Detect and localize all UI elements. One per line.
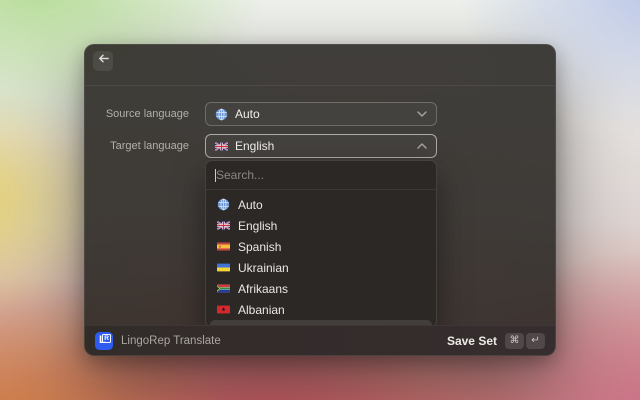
flag-uk-icon bbox=[215, 141, 228, 151]
language-option-label: Albanian bbox=[238, 302, 285, 317]
source-language-select[interactable]: Auto bbox=[205, 102, 437, 126]
chevron-down-icon bbox=[417, 111, 427, 117]
return-key-icon: ↵ bbox=[526, 332, 545, 349]
language-option-spanish[interactable]: Spanish bbox=[210, 236, 432, 257]
target-language-value: English bbox=[235, 139, 275, 153]
command-key-icon: ⌘ bbox=[505, 332, 524, 349]
language-option-ukrainian[interactable]: Ukrainian bbox=[210, 257, 432, 278]
flag-ukraine-icon bbox=[217, 263, 230, 272]
language-option-label: Afrikaans bbox=[238, 281, 289, 296]
app-name: LingoRep Translate bbox=[121, 334, 221, 347]
language-option-afrikaans[interactable]: Afrikaans bbox=[210, 278, 432, 299]
globe-icon bbox=[217, 198, 230, 211]
language-option-label: English bbox=[238, 218, 278, 233]
target-language-label: Target language bbox=[110, 140, 189, 152]
flag-south-africa-icon bbox=[217, 284, 230, 293]
language-option-albanian[interactable]: Albanian bbox=[210, 299, 432, 320]
save-set-button[interactable]: Save Set bbox=[447, 334, 497, 348]
chevron-up-icon bbox=[417, 143, 427, 149]
language-option-label: Auto bbox=[238, 197, 263, 212]
translate-settings-window: Source language Auto Target language Eng… bbox=[84, 44, 556, 356]
flag-uk-icon bbox=[217, 221, 230, 230]
source-language-value: Auto bbox=[235, 107, 260, 121]
dropdown-search-row bbox=[206, 161, 436, 190]
shortcut-keys: ⌘ ↵ bbox=[505, 332, 545, 349]
language-option-english[interactable]: English bbox=[210, 215, 432, 236]
globe-icon bbox=[215, 108, 228, 120]
language-dropdown-panel: Auto English Spanis bbox=[205, 160, 437, 328]
arrow-left-icon bbox=[97, 52, 110, 70]
target-language-select[interactable]: English bbox=[205, 134, 437, 158]
window-header bbox=[85, 45, 555, 86]
language-option-auto[interactable]: Auto bbox=[210, 194, 432, 215]
lingorep-logo: L R bbox=[95, 331, 113, 350]
back-button[interactable] bbox=[93, 51, 113, 71]
text-caret bbox=[215, 169, 216, 182]
source-language-label: Source language bbox=[105, 108, 189, 120]
window-footer: L R LingoRep Translate Save Set ⌘ ↵ bbox=[85, 325, 555, 355]
flag-albania-icon bbox=[217, 305, 230, 314]
language-list: Auto English Spanish Ukrainian Afrikaans… bbox=[206, 190, 436, 327]
logo-letter-r: R bbox=[102, 334, 111, 343]
language-option-label: Ukrainian bbox=[238, 260, 289, 275]
flag-spain-icon bbox=[217, 242, 230, 251]
language-search-input[interactable] bbox=[206, 161, 436, 189]
language-option-label: Spanish bbox=[238, 239, 282, 254]
